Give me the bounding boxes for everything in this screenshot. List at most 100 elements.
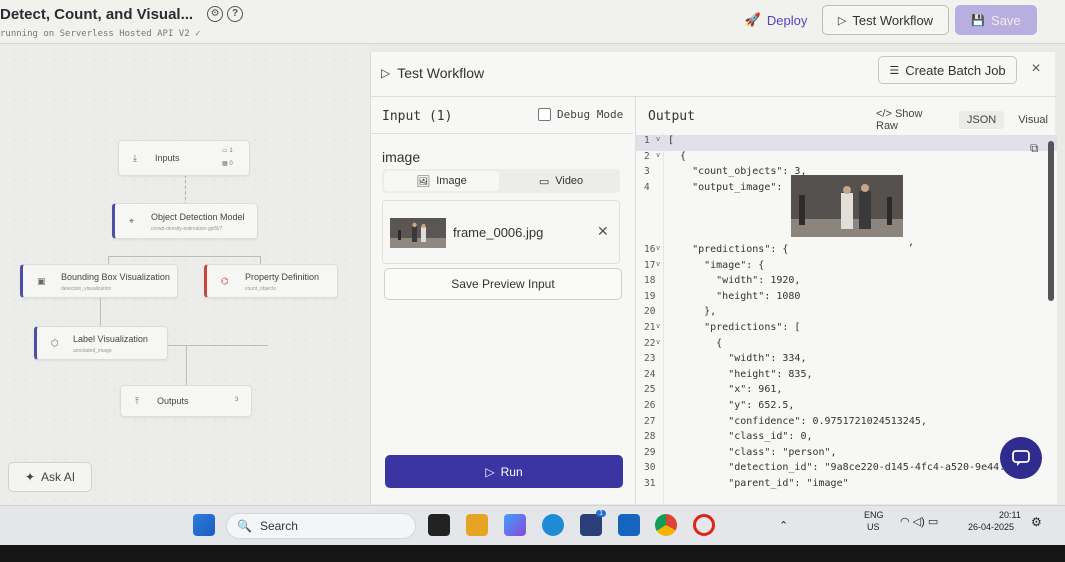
debug-checkbox[interactable] bbox=[538, 108, 551, 121]
line-text: "y": 652.5, bbox=[668, 400, 795, 411]
tab-video[interactable]: ▭ Video bbox=[502, 169, 620, 193]
fold-toggle-icon[interactable]: v bbox=[656, 151, 660, 159]
outputs-count: 3 bbox=[235, 397, 239, 403]
workflow-canvas[interactable]: ⤓ Inputs ▭ 1 ▦ 0 ⌖ Object Detection Mode… bbox=[0, 45, 370, 505]
line-number: 28 bbox=[644, 431, 656, 443]
file-explorer-icon[interactable] bbox=[466, 514, 488, 536]
workflow-title[interactable]: Detect, Count, and Visual... bbox=[0, 6, 193, 23]
node-inputs[interactable]: ⤓ Inputs ▭ 1 ▦ 0 bbox=[118, 140, 250, 176]
copy-icon[interactable]: ⧉ bbox=[1030, 141, 1039, 156]
line-number: 18 bbox=[644, 275, 656, 287]
line-number: 19 bbox=[644, 290, 656, 302]
bbox-icon: ▣ bbox=[37, 276, 46, 286]
close-icon[interactable]: × bbox=[1026, 60, 1046, 80]
remove-file-icon[interactable]: ✕ bbox=[597, 223, 609, 240]
detection-icon: ⌖ bbox=[129, 216, 135, 226]
keyboard-region: US bbox=[867, 522, 880, 532]
line-number: 31 bbox=[644, 478, 656, 489]
node-bbox-label: Bounding Box Visualization bbox=[61, 272, 170, 282]
fold-toggle-icon[interactable]: v bbox=[656, 244, 660, 252]
code-line: 1 v[ bbox=[636, 135, 1057, 151]
line-text: "parent_id": "image" bbox=[668, 478, 849, 489]
line-text: "image": { bbox=[668, 259, 765, 271]
tab-image[interactable]: 🖼 Image bbox=[384, 171, 499, 191]
line-text: [ bbox=[668, 135, 675, 146]
thumbnail-scene bbox=[390, 218, 446, 248]
deploy-button[interactable]: 🚀 Deploy bbox=[736, 7, 816, 33]
line-number: 3 bbox=[644, 166, 650, 178]
json-tab[interactable]: JSON bbox=[958, 111, 1005, 129]
ask-ai-button[interactable]: ✦ Ask AI bbox=[8, 462, 92, 492]
wifi-icon[interactable]: ◠ ◁) ▭ bbox=[900, 515, 938, 528]
task-view-icon[interactable] bbox=[428, 514, 450, 536]
line-text: "output_image": bbox=[668, 181, 783, 193]
output-view-tabs: </> Show Raw JSON Visual bbox=[868, 105, 1056, 135]
node-label-visualization[interactable]: ⬡ Label Visualization annotated_image bbox=[34, 326, 168, 360]
fold-toggle-icon[interactable]: v bbox=[656, 338, 660, 346]
outlook-icon[interactable] bbox=[618, 514, 640, 536]
tray-chevron-icon[interactable]: ⌃ bbox=[779, 519, 788, 532]
fold-toggle-icon[interactable]: v bbox=[656, 322, 660, 330]
input-pane: Input (1) Debug Mode image 🖼 Image ▭ Vid… bbox=[371, 97, 633, 504]
line-number: 27 bbox=[644, 415, 656, 427]
panel-title-label: Test Workflow bbox=[397, 65, 485, 81]
code-line: 16 v "predictions": { bbox=[636, 244, 1057, 260]
windows-start-icon[interactable] bbox=[193, 514, 215, 536]
edge-browser-icon[interactable] bbox=[542, 514, 564, 536]
save-preview-input-button[interactable]: Save Preview Input bbox=[384, 268, 622, 300]
clock-time[interactable]: 20:11 bbox=[999, 510, 1021, 520]
fold-toggle-icon[interactable]: v bbox=[656, 135, 660, 143]
line-text: "width": 1920, bbox=[668, 275, 801, 287]
json-viewer[interactable]: 1 v[2 v {3 "count_objects": 3, 4 "output_im… bbox=[636, 133, 1057, 504]
play-icon: ▷ bbox=[381, 66, 391, 80]
chrome-icon[interactable] bbox=[655, 514, 677, 536]
run-button[interactable]: ▷ Run bbox=[385, 455, 623, 488]
fold-toggle-icon[interactable]: v bbox=[656, 260, 660, 268]
store-icon[interactable]: 1 bbox=[580, 510, 606, 536]
app-header: Detect, Count, and Visual... ⚙ ? running… bbox=[0, 0, 1065, 44]
file-name: frame_0006.jpg bbox=[453, 225, 544, 240]
copilot-icon[interactable] bbox=[504, 514, 526, 536]
line-text: "height": 1080 bbox=[668, 290, 801, 302]
taskbar-search[interactable]: 🔍 Search bbox=[226, 513, 416, 539]
visual-tab[interactable]: Visual bbox=[1010, 111, 1056, 129]
node-detection-label: Object Detection Model bbox=[151, 212, 245, 222]
save-icon: 💾 bbox=[971, 14, 986, 27]
test-workflow-button[interactable]: ▷ Test Workflow bbox=[822, 5, 949, 35]
debug-mode-toggle[interactable]: Debug Mode bbox=[538, 108, 623, 121]
test-workflow-label: Test Workflow bbox=[852, 12, 934, 28]
code-line: 2v { bbox=[636, 151, 1057, 167]
line-text: "x": 961, bbox=[668, 384, 783, 396]
line-text: "width": 334, bbox=[668, 353, 807, 365]
show-raw-tab[interactable]: </> Show Raw bbox=[868, 105, 953, 135]
list-icon: ☰ bbox=[889, 64, 900, 77]
node-outputs[interactable]: ⤒ Outputs 3 bbox=[120, 385, 252, 417]
node-bbox-visualization[interactable]: ▣ Bounding Box Visualization detection_v… bbox=[20, 264, 178, 298]
code-line: 28 "class_id": 0, bbox=[636, 431, 1057, 447]
image-count: ▭ 1 bbox=[222, 148, 233, 154]
node-detection-sub: crowd-density-estimation-gjv5l/7 bbox=[151, 226, 223, 232]
chat-button[interactable] bbox=[1000, 437, 1042, 479]
notifications-icon[interactable]: ⚙ bbox=[1031, 515, 1042, 529]
edge-bbox-label bbox=[100, 297, 101, 329]
node-property-label: Property Definition bbox=[245, 272, 320, 282]
output-image-preview bbox=[791, 175, 903, 237]
clock-date[interactable]: 26-04-2025 bbox=[968, 522, 1014, 532]
node-property-definition[interactable]: ⌬ Property Definition count_objects bbox=[204, 264, 338, 298]
play-icon: ▷ bbox=[837, 14, 847, 27]
opera-icon[interactable] bbox=[693, 514, 715, 536]
ask-ai-label: Ask AI bbox=[41, 470, 76, 484]
rocket-icon: 🚀 bbox=[744, 12, 761, 27]
save-button[interactable]: 💾 Save bbox=[955, 5, 1037, 35]
help-icon[interactable]: ? bbox=[227, 6, 244, 22]
code-line: 17 v "image": { bbox=[636, 260, 1057, 276]
node-outputs-label: Outputs bbox=[157, 396, 189, 406]
scrollbar[interactable] bbox=[1048, 141, 1054, 301]
code-line: 20 }, bbox=[636, 306, 1057, 322]
settings-icon[interactable]: ⚙ bbox=[207, 6, 224, 22]
create-batch-job-button[interactable]: ☰ Create Batch Job bbox=[878, 56, 1017, 84]
image-trailing-comma: , bbox=[908, 237, 915, 248]
node-object-detection[interactable]: ⌖ Object Detection Model crowd-density-e… bbox=[112, 203, 258, 239]
tag-icon: ⬡ bbox=[51, 338, 59, 348]
keyboard-language[interactable]: ENG bbox=[864, 510, 884, 520]
